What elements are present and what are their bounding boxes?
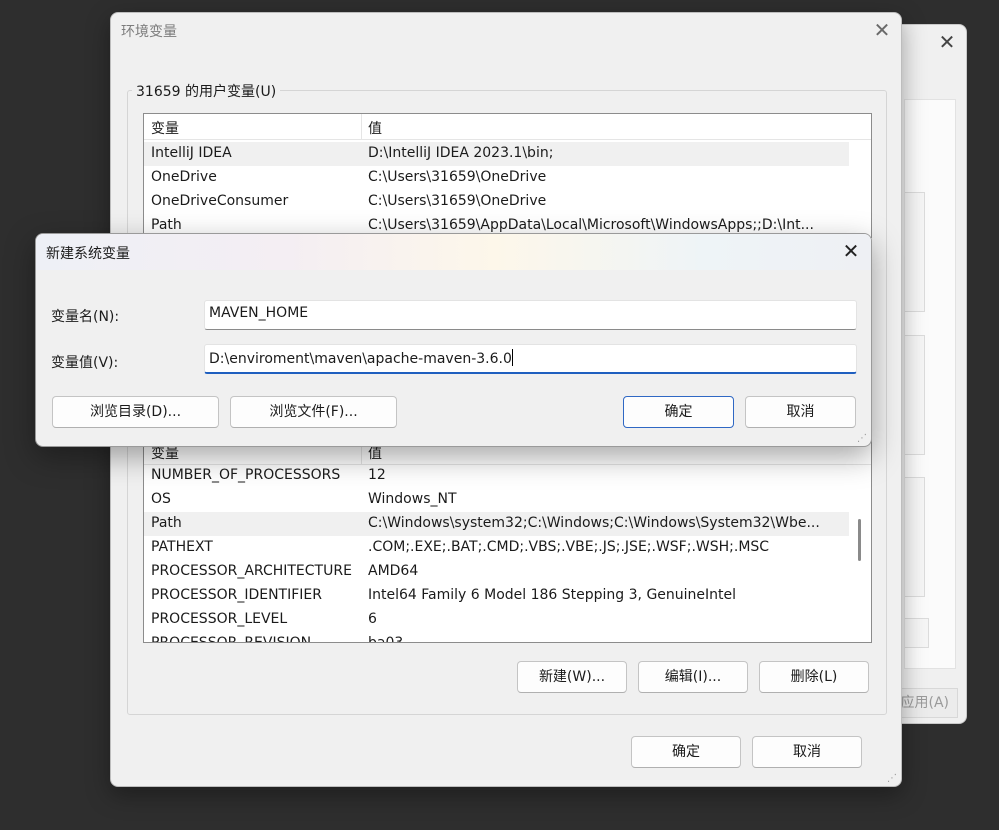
scrollbar-thumb[interactable] [858,519,861,561]
table-row[interactable]: OneDriveConsumer C:\Users\31659\OneDrive [144,190,849,214]
system-variables-list[interactable]: 变量 值 NUMBER_OF_PROCESSORS 12 OS Windows_… [143,438,872,643]
variable-value: .COM;.EXE;.BAT;.CMD;.VBS;.VBE;.JS;.JSE;.… [368,539,770,555]
edit-variable-button[interactable]: 编辑(I)... [638,661,748,693]
background-group [905,335,925,455]
dialog-title: 新建系统变量 [46,246,130,262]
column-header-name[interactable]: 变量 [151,118,179,138]
new-system-variable-dialog: 新建系统变量 ✕ 变量名(N): MAVEN_HOME 变量值(V): D:\e… [35,233,872,447]
variable-value-label: 变量值(V): [51,355,119,371]
text-caret [511,349,513,366]
variable-name: OS [151,491,171,507]
variable-name: IntelliJ IDEA [151,145,232,161]
variable-value-input[interactable]: D:\enviroment\maven\apache-maven-3.6.0 [204,344,857,374]
browse-file-button[interactable]: 浏览文件(F)... [230,396,397,428]
close-icon[interactable]: ✕ [871,19,893,41]
variable-name: Path [151,515,182,531]
table-row[interactable]: OS Windows_NT [144,488,849,512]
background-group [905,192,925,312]
variable-value: ba03 [368,635,404,643]
user-variables-list[interactable]: 变量 值 IntelliJ IDEA D:\IntelliJ IDEA 2023… [143,113,872,238]
table-row[interactable]: OneDrive C:\Users\31659\OneDrive [144,166,849,190]
background-dialog: ✕ 应用(A) [895,24,967,724]
variable-value: D:\IntelliJ IDEA 2023.1\bin; [368,145,554,161]
table-row[interactable]: PROCESSOR_REVISION ba03 [144,632,849,643]
variable-value-input-value: D:\enviroment\maven\apache-maven-3.6.0 [209,351,512,367]
apply-button[interactable]: 应用(A) [896,688,958,718]
table-row[interactable]: PROCESSOR_IDENTIFIER Intel64 Family 6 Mo… [144,584,849,608]
variable-name-input[interactable]: MAVEN_HOME [204,300,857,330]
user-vars-section-label: 31659 的用户变量(U) [132,81,281,101]
resize-grip-icon[interactable]: ⋰ [887,773,899,785]
variable-value: C:\Users\31659\AppData\Local\Microsoft\W… [368,217,814,233]
new-variable-button[interactable]: 新建(W)... [517,661,627,693]
ok-button[interactable]: 确定 [631,736,741,768]
variable-value: C:\Users\31659\OneDrive [368,169,547,185]
variable-value: C:\Users\31659\OneDrive [368,193,547,209]
table-row[interactable]: PROCESSOR_ARCHITECTURE AMD64 [144,560,849,584]
background-panel [904,99,956,669]
variable-value: Intel64 Family 6 Model 186 Stepping 3, G… [368,587,737,603]
table-row[interactable]: PROCESSOR_LEVEL 6 [144,608,849,632]
variable-name: PATHEXT [151,539,213,555]
cancel-button[interactable]: 取消 [745,396,856,428]
resize-grip-icon[interactable]: ⋰ [857,433,869,445]
table-row[interactable]: Path C:\Windows\system32;C:\Windows;C:\W… [144,512,849,536]
table-row[interactable]: IntelliJ IDEA D:\IntelliJ IDEA 2023.1\bi… [144,142,849,166]
variable-value: 6 [368,611,377,627]
column-header-value[interactable]: 值 [368,118,382,138]
variable-name: Path [151,217,182,233]
dialog-title: 环境变量 [121,24,177,40]
ok-button[interactable]: 确定 [623,396,734,428]
variable-name: OneDrive [151,169,217,185]
close-icon[interactable]: ✕ [840,240,862,262]
list-header: 变量 值 [144,114,871,140]
close-icon[interactable]: ✕ [936,31,958,53]
variable-name: PROCESSOR_IDENTIFIER [151,587,322,603]
delete-variable-button[interactable]: 删除(L) [759,661,869,693]
variable-name: PROCESSOR_LEVEL [151,611,288,627]
variable-name: NUMBER_OF_PROCESSORS [151,467,341,483]
background-button [905,618,929,648]
variable-value: 12 [368,467,386,483]
variable-value: Windows_NT [368,491,457,507]
variable-value: AMD64 [368,563,419,579]
cancel-button[interactable]: 取消 [752,736,862,768]
variable-name: PROCESSOR_ARCHITECTURE [151,563,352,579]
variable-value: C:\Windows\system32;C:\Windows;C:\Window… [368,515,820,531]
table-row[interactable]: PATHEXT .COM;.EXE;.BAT;.CMD;.VBS;.VBE;.J… [144,536,849,560]
variable-name-input-value: MAVEN_HOME [209,305,309,321]
background-group [905,477,925,597]
variable-name: PROCESSOR_REVISION [151,635,312,643]
variable-name: OneDriveConsumer [151,193,289,209]
variable-name-label: 变量名(N): [51,309,120,325]
title-bar: 新建系统变量 ✕ [36,234,871,270]
browse-directory-button[interactable]: 浏览目录(D)... [52,396,219,428]
table-row[interactable]: NUMBER_OF_PROCESSORS 12 [144,464,849,488]
